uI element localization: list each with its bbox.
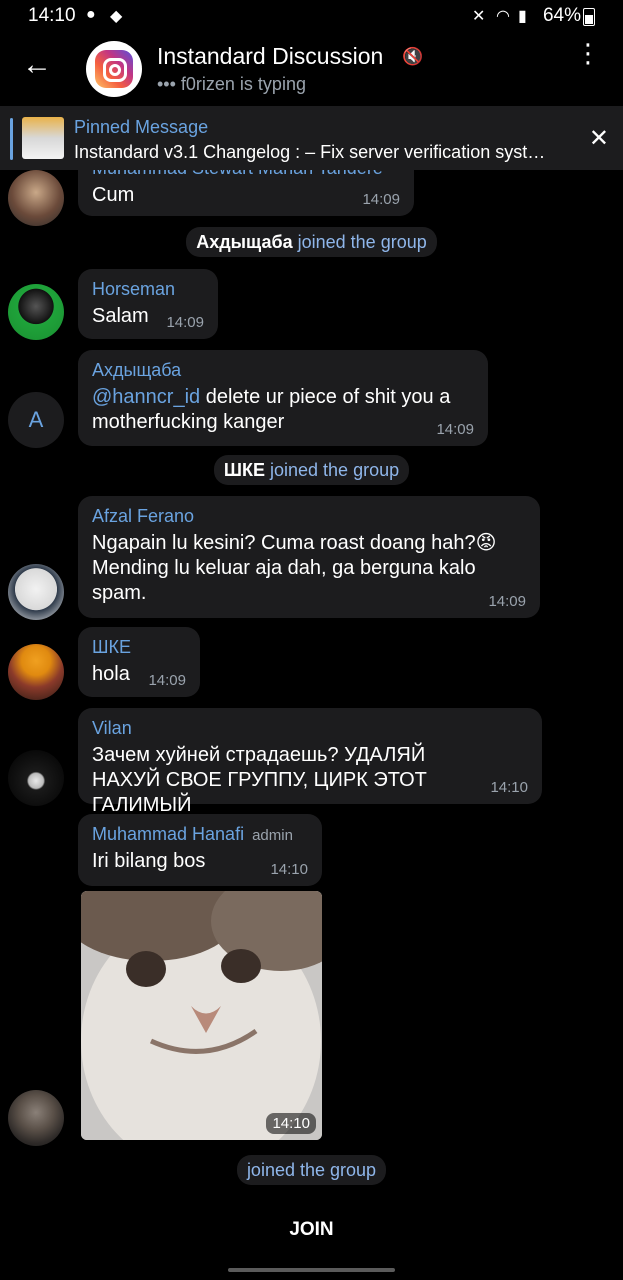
typing-status: ••• f0rizen is typing: [157, 74, 306, 94]
message-text: Зачем хуйней страдаешь? УДАЛЯЙ НАХУЙ СВО…: [92, 744, 427, 816]
sender-name[interactable]: Ахдыщаба: [92, 360, 474, 381]
service-action: joined the group: [246, 1160, 377, 1180]
signal-icon: ▮: [518, 8, 527, 25]
muted-icon: 🔇: [402, 47, 424, 66]
close-icon[interactable]: ✕: [589, 124, 609, 153]
message-time: 14:09: [148, 672, 186, 689]
photo-message[interactable]: 14:10: [81, 891, 322, 1140]
spotify-icon: ●: [86, 6, 96, 23]
back-arrow-icon[interactable]: ←: [22, 48, 52, 82]
message-time: 14:09: [362, 191, 400, 208]
avatar[interactable]: [8, 564, 64, 620]
pinned-text: Instandard v3.1 Changelog : – Fix server…: [74, 142, 546, 162]
battery-percent: 64%: [542, 5, 581, 26]
message-time: 14:09: [166, 314, 204, 331]
avatar[interactable]: [8, 284, 64, 340]
message-time: 14:09: [488, 593, 526, 610]
more-options-icon[interactable]: ⋮: [575, 40, 601, 66]
service-action: joined the group: [297, 232, 427, 252]
battery-icon: [583, 8, 595, 26]
group-avatar[interactable]: [86, 41, 142, 97]
join-button[interactable]: JOIN: [0, 1200, 623, 1260]
service-message: Ахдыщаба joined the group: [0, 227, 623, 257]
photo-time: 14:10: [266, 1113, 316, 1134]
admin-badge: admin: [252, 827, 293, 844]
navigation-handle[interactable]: [228, 1268, 395, 1272]
pinned-indicator: [10, 118, 13, 160]
sender-name[interactable]: Muhammad Stewart Mahan Tahdere: [92, 170, 400, 179]
message-text: Cum: [92, 184, 135, 206]
instagram-logo-icon: [95, 50, 133, 88]
service-action: joined the group: [270, 460, 400, 480]
status-time: 14:10: [28, 5, 76, 26]
avatar[interactable]: [8, 1090, 64, 1146]
chat-title[interactable]: Instandard Discussion: [157, 43, 383, 70]
service-message: joined the group: [0, 1155, 623, 1185]
service-user[interactable]: ШКЕ: [224, 460, 265, 480]
message-time: 14:09: [436, 421, 474, 438]
pinned-label: Pinned Message: [74, 117, 209, 137]
service-message: ШКЕ joined the group: [0, 455, 623, 485]
message-bubble[interactable]: Muhammad Stewart Mahan Tahdere Cum 14:09: [78, 170, 414, 216]
pinned-thumbnail: [22, 117, 64, 159]
status-bar: 14:10 ● ◆ ✕ ◠ ▮ 64%: [0, 0, 623, 32]
wifi-icon: ◠: [496, 8, 510, 25]
message-bubble[interactable]: ШКЕ hola 14:09: [78, 627, 200, 697]
sender-name[interactable]: Muhammad Hanafi admin: [92, 824, 308, 845]
chat-header: ← Instandard Discussion 🔇 ••• f0rizen is…: [0, 32, 623, 106]
avatar[interactable]: [8, 644, 64, 700]
message-time: 14:10: [490, 779, 528, 796]
sender-name[interactable]: Vilan: [92, 718, 528, 739]
message-feed[interactable]: Muhammad Stewart Mahan Tahdere Cum 14:09…: [0, 170, 623, 1200]
service-user[interactable]: Ахдыщаба: [196, 232, 292, 252]
message-bubble[interactable]: Muhammad Hanafi admin Iri bilang bos 14:1…: [78, 814, 322, 886]
avatar[interactable]: [8, 750, 64, 806]
cat-photo: [81, 891, 322, 1140]
avatar[interactable]: A: [8, 392, 64, 448]
message-time: 14:10: [270, 861, 308, 878]
avatar[interactable]: [8, 170, 64, 226]
sender-name[interactable]: Horseman: [92, 279, 204, 300]
message-text: Ngapain lu kesini? Cuma roast doang hah?…: [92, 532, 497, 604]
mute-icon: ✕: [472, 8, 486, 25]
message-bubble[interactable]: Horseman Salam 14:09: [78, 269, 218, 339]
message-bubble[interactable]: Afzal Ferano Ngapain lu kesini? Cuma roa…: [78, 496, 540, 618]
pinned-message-bar[interactable]: Pinned Message Instandard v3.1 Changelog…: [0, 106, 623, 170]
cat-icon: ◆: [110, 8, 123, 25]
sender-name[interactable]: ШКЕ: [92, 637, 186, 658]
sender-name[interactable]: Afzal Ferano: [92, 506, 526, 527]
message-bubble[interactable]: Ахдыщаба @hanncr_id delete ur piece of s…: [78, 350, 488, 446]
message-text: @hanncr_id delete ur piece of shit you a…: [92, 386, 451, 433]
message-bubble[interactable]: Vilan Зачем хуйней страдаешь? УДАЛЯЙ НАХ…: [78, 708, 542, 816]
mention-link[interactable]: @hanncr_id: [92, 386, 200, 408]
